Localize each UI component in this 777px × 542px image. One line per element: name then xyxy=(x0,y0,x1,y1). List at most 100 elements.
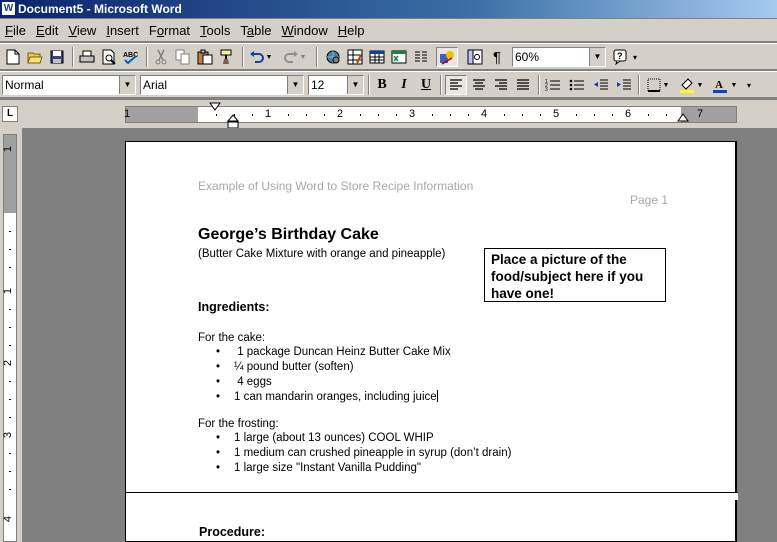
style-combo[interactable]: Normal ▼ xyxy=(2,75,136,95)
ruler-tick xyxy=(648,114,649,116)
ruler-tick xyxy=(9,231,11,232)
picture-placeholder-textbox[interactable]: Place a picture of the food/subject here… xyxy=(484,248,666,302)
decrease-indent-icon[interactable] xyxy=(590,75,612,95)
new-document-icon[interactable] xyxy=(2,47,24,67)
ruler-tick xyxy=(9,453,11,454)
ruler-number: 7 xyxy=(697,108,704,120)
spelling-icon[interactable]: ABC xyxy=(120,47,142,67)
document-area: Example of Using Word to Store Recipe In… xyxy=(22,128,777,542)
insert-table-icon[interactable] xyxy=(366,47,388,67)
toolbar-options-icon[interactable]: ▾ xyxy=(744,75,754,95)
first-line-indent-marker[interactable] xyxy=(209,102,221,112)
recipe-title: George’s Birthday Cake xyxy=(198,226,379,243)
ruler-number: 3 xyxy=(409,108,416,120)
page-header-number: Page 1 xyxy=(630,193,669,207)
menu-table[interactable]: Table xyxy=(235,23,276,38)
menu-window[interactable]: Window xyxy=(277,23,333,38)
list-item: • 1 large (about 13 ounces) COOL WHIP xyxy=(216,432,434,444)
paste-clipboard-icon[interactable] xyxy=(194,47,216,67)
menu-tools[interactable]: Tools xyxy=(195,23,235,38)
print-icon[interactable] xyxy=(76,47,98,67)
page-header-text: Example of Using Word to Store Recipe In… xyxy=(198,179,474,193)
tables-borders-icon[interactable] xyxy=(344,47,366,67)
save-disk-icon[interactable] xyxy=(46,47,68,67)
document-map-icon[interactable] xyxy=(464,47,486,67)
ruler-tick xyxy=(450,114,451,116)
list-item: • ¼ pound butter (soften) xyxy=(216,361,354,373)
toolbar-separator xyxy=(316,47,318,67)
hyperlink-globe-icon[interactable] xyxy=(322,47,344,67)
increase-indent-icon[interactable] xyxy=(613,75,635,95)
redo-dropdown-icon[interactable]: ▼ xyxy=(298,47,308,67)
right-indent-marker[interactable] xyxy=(677,113,689,122)
font-size-value: 12 xyxy=(311,78,325,92)
style-dropdown-icon[interactable]: ▼ xyxy=(119,76,135,94)
bullets-icon[interactable] xyxy=(566,75,588,95)
font-dropdown-icon[interactable]: ▼ xyxy=(287,76,303,94)
ruler-tick xyxy=(9,399,11,400)
menu-view[interactable]: View xyxy=(63,23,101,38)
word-app-icon[interactable]: W xyxy=(2,2,15,15)
drawing-icon[interactable] xyxy=(436,47,458,67)
ingredients-heading: Ingredients: xyxy=(198,300,270,314)
toolbar-separator xyxy=(146,47,148,67)
justify-icon[interactable] xyxy=(512,75,534,95)
svg-text:?: ? xyxy=(617,51,623,61)
underline-icon[interactable]: U xyxy=(415,75,437,95)
ruler-tick xyxy=(504,114,505,116)
list-item: • 1 large size "Instant Vanilla Pudding" xyxy=(216,462,421,474)
menu-insert[interactable]: Insert xyxy=(101,23,144,38)
numbering-icon[interactable]: 123 xyxy=(542,75,564,95)
ruler-tick xyxy=(252,114,253,116)
font-size-dropdown-icon[interactable]: ▼ xyxy=(347,76,363,94)
toolbar-separator xyxy=(638,75,640,95)
cut-scissors-icon[interactable] xyxy=(150,47,172,67)
menu-file[interactable]: File xyxy=(0,23,31,38)
zoom-combo[interactable]: 60% ▼ xyxy=(512,47,606,67)
font-color-dropdown-icon[interactable]: ▼ xyxy=(729,75,739,95)
ruler-tick xyxy=(396,114,397,116)
ruler-tick xyxy=(378,114,379,116)
vertical-ruler[interactable]: 1 1 2 3 4 xyxy=(0,128,22,542)
office-assistant-help-icon[interactable]: ? xyxy=(610,47,632,67)
font-combo[interactable]: Arial ▼ xyxy=(140,75,304,95)
page-break-line xyxy=(126,492,738,500)
show-hide-pilcrow-icon[interactable]: ¶ xyxy=(486,47,508,67)
borders-dropdown-icon[interactable]: ▼ xyxy=(661,75,671,95)
menu-help[interactable]: Help xyxy=(333,23,370,38)
ruler-right-margin xyxy=(681,107,736,122)
window-title: Document5 - Microsoft Word xyxy=(18,2,182,16)
toolbar-options-icon[interactable]: ▾ xyxy=(630,47,640,67)
font-size-combo[interactable]: 12 ▼ xyxy=(308,75,364,95)
align-right-icon[interactable] xyxy=(490,75,512,95)
align-center-icon[interactable] xyxy=(468,75,490,95)
columns-icon[interactable] xyxy=(410,47,432,67)
tab-selector[interactable]: L xyxy=(2,106,18,122)
copy-icon[interactable] xyxy=(172,47,194,67)
vertical-ruler-strip: 1 1 2 3 4 xyxy=(2,134,17,542)
align-left-icon[interactable] xyxy=(445,75,467,95)
open-folder-icon[interactable] xyxy=(24,47,46,67)
ruler-number: 1 xyxy=(2,287,15,295)
italic-icon[interactable]: I xyxy=(393,75,415,95)
ruler-tick xyxy=(9,327,11,328)
menu-format[interactable]: Format xyxy=(144,23,195,38)
hanging-indent-marker[interactable] xyxy=(227,114,239,129)
ruler-tick xyxy=(9,417,11,418)
ruler-tick xyxy=(216,114,217,116)
toolbar-separator xyxy=(242,47,244,67)
text-cursor xyxy=(436,390,438,402)
procedure-heading: Procedure: xyxy=(199,525,265,539)
format-painter-icon[interactable] xyxy=(216,47,238,67)
menu-edit[interactable]: Edit xyxy=(31,23,63,38)
title-bar: W Document5 - Microsoft Word xyxy=(0,0,777,18)
highlight-dropdown-icon[interactable]: ▼ xyxy=(695,75,705,95)
list-item: • 4 eggs xyxy=(216,376,272,388)
insert-excel-icon[interactable] xyxy=(388,47,410,67)
font-color-icon[interactable]: A xyxy=(709,75,731,95)
zoom-dropdown-icon[interactable]: ▼ xyxy=(589,48,605,66)
document-page[interactable]: Example of Using Word to Store Recipe In… xyxy=(125,141,738,542)
undo-dropdown-icon[interactable]: ▼ xyxy=(264,47,274,67)
print-preview-icon[interactable] xyxy=(98,47,120,67)
bold-icon[interactable]: B xyxy=(371,75,393,95)
